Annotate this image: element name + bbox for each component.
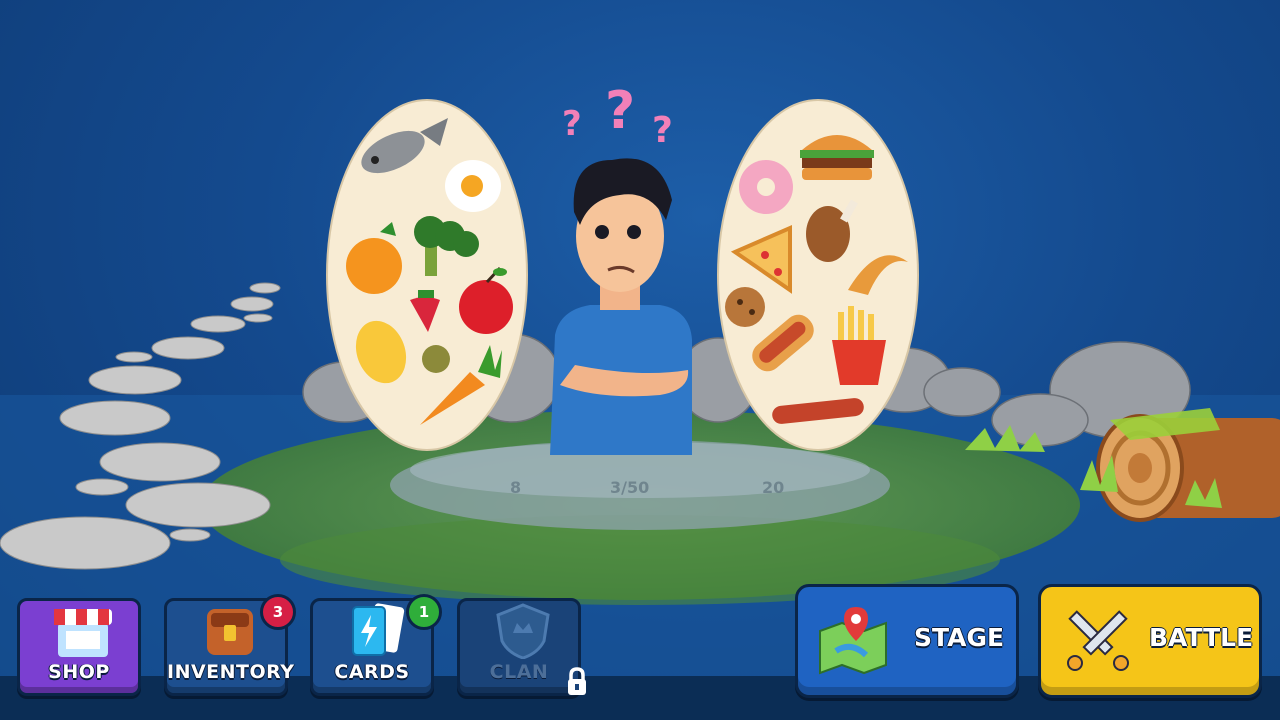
cookie-icon <box>725 287 765 327</box>
shop-label: SHOP <box>48 661 110 683</box>
clan-label: CLAN <box>489 661 549 683</box>
shop-button[interactable]: SHOP <box>17 598 141 696</box>
clan-button[interactable]: CLAN <box>457 598 581 696</box>
cards-badge: 1 <box>406 594 442 630</box>
cards-label: CARDS <box>334 661 410 683</box>
map-icon <box>819 607 887 675</box>
inventory-badge: 3 <box>260 594 296 630</box>
backpack-icon <box>207 609 253 655</box>
cards-icon <box>352 603 405 656</box>
stage-label: STAGE <box>914 623 1005 652</box>
clan-shield-icon <box>496 603 550 659</box>
lock-icon <box>568 667 586 695</box>
faded-text-1: 8 <box>510 478 521 497</box>
confused-man <box>550 158 692 455</box>
battle-label: BATTLE <box>1149 623 1254 652</box>
stage-button[interactable]: STAGE <box>795 584 1019 698</box>
crossed-swords-icon <box>1067 610 1129 671</box>
question-mark-left: ? <box>562 104 582 144</box>
inventory-label: INVENTORY <box>167 661 295 683</box>
shop-icon <box>54 609 112 657</box>
faded-text-2: 3/50 <box>610 478 649 497</box>
question-marks: ? ? ? <box>562 81 673 151</box>
question-mark-right: ? <box>652 110 673 151</box>
donut-icon <box>739 160 793 214</box>
battle-button[interactable]: BATTLE <box>1038 584 1262 698</box>
egg-icon <box>445 160 501 212</box>
olive-icon <box>422 345 450 373</box>
faded-text-3: 20 <box>762 478 784 497</box>
question-mark-center: ? <box>605 81 635 141</box>
